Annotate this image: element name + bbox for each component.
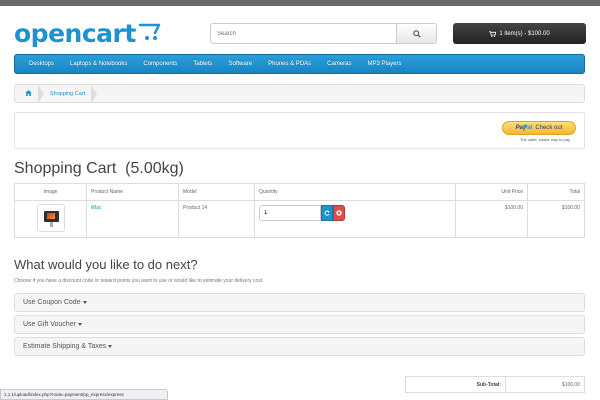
product-image-cell	[14, 200, 87, 238]
shipping-panel-toggle[interactable]: Estimate Shipping & Taxes	[14, 337, 585, 356]
cart-button[interactable]: 1 item(s) - $100.00	[453, 23, 586, 44]
product-imac-image	[43, 211, 59, 222]
paypal-checkout-button[interactable]: PayPal Check out	[502, 121, 576, 135]
subtotal-label: Sub-Total:	[405, 376, 506, 393]
product-thumbnail[interactable]	[36, 204, 65, 232]
main-menu: Desktops Laptops & Notebooks Components …	[14, 54, 585, 74]
next-section-title: What would you like to do next?	[14, 257, 198, 272]
header-model: Model	[178, 183, 255, 201]
cart-table: Image Product Name Model Quantity Unit P…	[14, 183, 585, 238]
product-name-link[interactable]: iMac	[91, 205, 102, 211]
subtotal-value: $100.00	[505, 376, 585, 393]
quantity-group	[259, 205, 451, 221]
paypal-checkout-label: Check out	[535, 125, 563, 131]
header-image: Image	[14, 183, 87, 201]
header-total: Total	[527, 183, 585, 201]
voucher-panel-toggle[interactable]: Use Gift Voucher	[14, 315, 585, 334]
times-circle-icon	[336, 210, 342, 216]
menu-item-software[interactable]: Software	[220, 61, 260, 67]
table-row: iMac Product 14 1 $100.00 $100.00	[14, 200, 585, 238]
product-model: Product 14	[178, 200, 255, 238]
breadcrumb: Shopping Cart	[14, 84, 585, 103]
quantity-input[interactable]	[259, 205, 321, 221]
shopping-cart-icon	[489, 30, 497, 37]
status-bar-url: 1.1.1/upload/index.php?route=payment/pp_…	[0, 389, 168, 400]
breadcrumb-separator	[38, 84, 44, 103]
search-input[interactable]	[211, 24, 396, 43]
chevron-down-icon	[108, 345, 113, 348]
menu-item-tablets[interactable]: Tablets	[185, 61, 220, 67]
update-button[interactable]	[321, 205, 333, 221]
header-unit-price: Unit Price	[455, 183, 528, 201]
refresh-icon	[324, 210, 330, 216]
remove-button[interactable]	[333, 205, 345, 221]
page-title: Shopping Cart (5.00kg)	[14, 160, 184, 177]
coupon-panel-toggle[interactable]: Use Coupon Code	[14, 293, 585, 312]
menu-item-laptops[interactable]: Laptops & Notebooks	[62, 61, 135, 67]
menu-item-desktops[interactable]: Desktops	[21, 61, 62, 67]
logo-text: opencart	[14, 18, 136, 48]
chevron-down-icon	[82, 301, 87, 304]
breadcrumb-home-icon[interactable]	[25, 89, 32, 98]
coupon-panel-label: Use Coupon Code	[23, 299, 81, 306]
paypal-express-box: PayPal Check out The safer, easier way t…	[14, 112, 585, 149]
menu-item-phones[interactable]: Phones & PDAs	[260, 61, 319, 67]
row-total: $100.00	[527, 200, 585, 238]
opencart-logo[interactable]: opencart	[14, 18, 164, 48]
paypal-tagline: The safer, easier way to pay	[519, 137, 570, 142]
paypal-brand-pal: Pal	[523, 125, 533, 131]
menu-item-mp3[interactable]: MP3 Players	[360, 61, 410, 67]
product-name-cell: iMac	[86, 200, 179, 238]
shipping-panel-label: Estimate Shipping & Taxes	[23, 343, 107, 350]
header-product-name: Product Name	[86, 183, 179, 201]
totals-row: Sub-Total: $100.00	[405, 376, 585, 393]
quantity-cell	[254, 200, 456, 238]
search-icon	[412, 29, 421, 38]
breadcrumb-current[interactable]: Shopping Cart	[50, 91, 85, 97]
unit-price: $100.00	[455, 200, 528, 238]
header-quantity: Quantity	[254, 183, 456, 201]
search-bar	[210, 23, 437, 44]
next-section-description: Choose if you have a discount code or re…	[14, 278, 264, 284]
search-button[interactable]	[396, 24, 436, 43]
breadcrumb-separator	[91, 84, 98, 103]
chevron-down-icon	[77, 323, 82, 326]
menu-item-components[interactable]: Components	[135, 61, 185, 67]
totals-table: Sub-Total: $100.00	[405, 376, 585, 393]
logo-cart-icon	[138, 17, 164, 46]
table-header-row: Image Product Name Model Quantity Unit P…	[14, 183, 585, 201]
voucher-panel-label: Use Gift Voucher	[23, 321, 76, 328]
cart-button-label: 1 item(s) - $100.00	[499, 30, 550, 37]
menu-item-cameras[interactable]: Cameras	[319, 61, 359, 67]
